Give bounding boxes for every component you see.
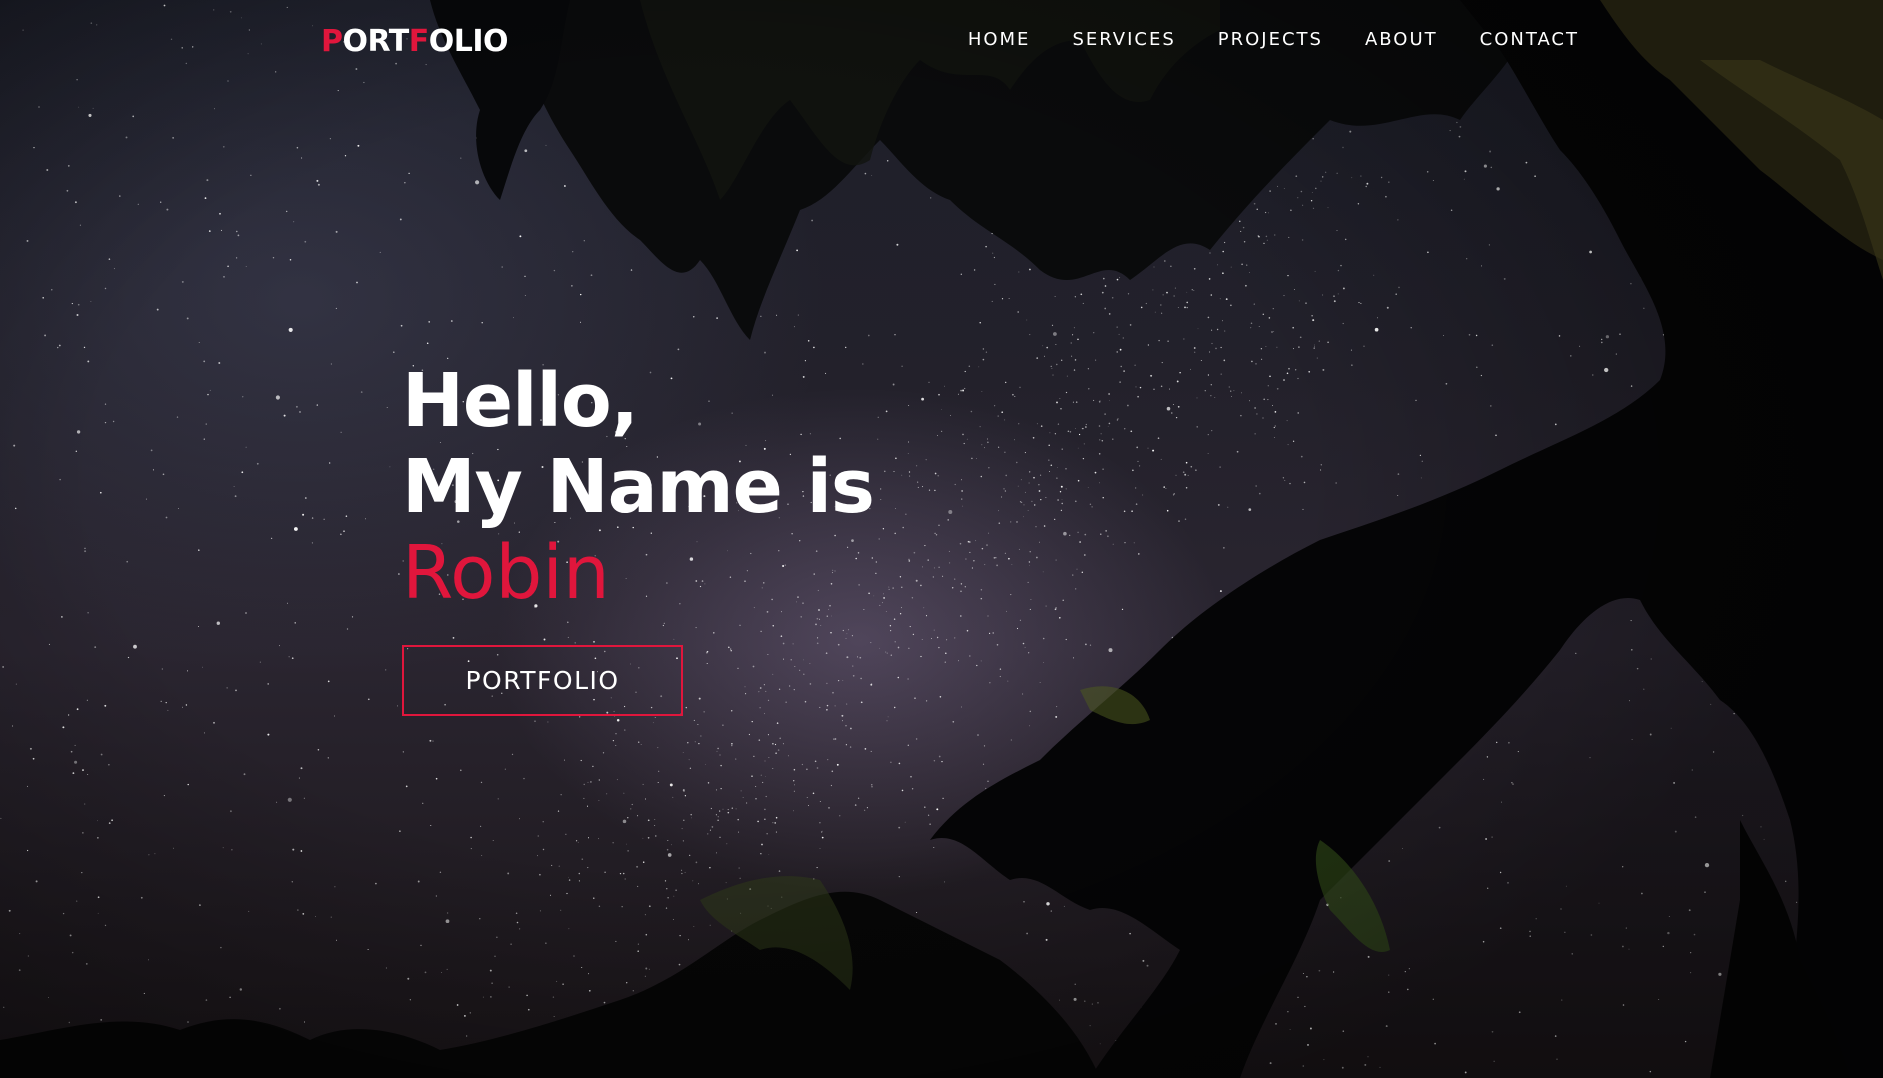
nav-projects[interactable]: PROJECTS [1218,26,1323,54]
hero-greeting: Hello, [402,358,639,444]
nav-about[interactable]: ABOUT [1365,26,1438,54]
site-logo[interactable]: PORTFOLIO [321,22,509,62]
portfolio-button[interactable]: PORTFOLIO [402,645,683,716]
hero-intro: Hello, My Name is Robin [402,358,875,616]
nav-services[interactable]: SERVICES [1072,26,1175,54]
hero-heading: Hello, My Name is Robin [402,358,875,616]
nav-contact[interactable]: CONTACT [1480,26,1579,54]
nav-home[interactable]: HOME [968,26,1031,54]
main-nav: HOME SERVICES PROJECTS ABOUT CONTACT [926,26,1579,54]
hero-name: Robin [402,530,610,616]
logo-part: P [321,24,343,59]
logo-part: OLIO [428,24,509,59]
logo-part: F [408,24,430,59]
site-header: PORTFOLIO HOME SERVICES PROJECTS ABOUT C… [0,0,1883,80]
hero-subheading: My Name is [402,444,875,530]
logo-part: ORT [342,24,410,59]
hero-section [0,0,1883,1078]
tree-silhouette [0,0,1883,1078]
